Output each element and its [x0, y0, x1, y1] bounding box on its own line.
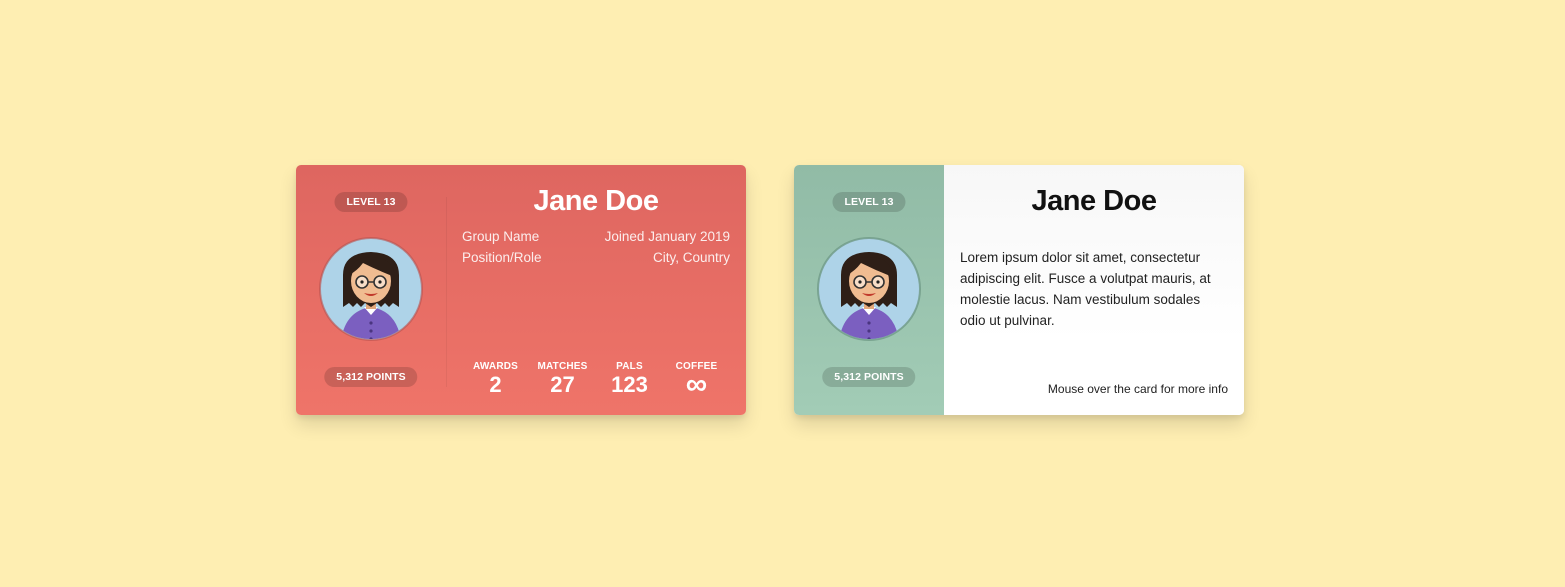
points-badge: 5,312 POINTS: [324, 367, 418, 387]
card-left-column: LEVEL 13 5,312 POINTS: [296, 165, 446, 415]
stat-label: AWARDS: [472, 361, 519, 372]
level-badge: LEVEL 13: [832, 192, 906, 212]
stat-value: ∞: [685, 368, 708, 401]
stat-awards: AWARDS 2: [462, 361, 529, 397]
level-badge: LEVEL 13: [334, 192, 408, 212]
avatar-icon: [817, 237, 921, 341]
stat-coffee: COFFEE ∞: [663, 361, 730, 401]
stat-label: MATCHES: [537, 361, 588, 372]
stat-pals: PALS 123: [596, 361, 663, 397]
avatar-icon: [319, 237, 423, 341]
stat-value: 123: [611, 372, 648, 397]
user-card-red[interactable]: LEVEL 13 5,312 POINTS Jane Doe Group Nam…: [296, 165, 746, 415]
stats-row: AWARDS 2 MATCHES 27 PALS 123 COFFEE ∞: [462, 361, 730, 401]
stat-matches: MATCHES 27: [529, 361, 596, 397]
user-name: Jane Doe: [1031, 185, 1157, 217]
column-divider: [446, 197, 447, 387]
group-name: Group Name: [462, 229, 540, 244]
user-description: Lorem ipsum dolor sit amet, consectetur …: [960, 250, 1211, 328]
stat-label: PALS: [616, 361, 643, 372]
stat-value: 2: [489, 372, 502, 397]
points-badge: 5,312 POINTS: [822, 367, 916, 387]
stat-value: 27: [550, 372, 575, 397]
location: City, Country: [652, 250, 730, 265]
user-name: Jane Doe: [533, 185, 659, 217]
user-card-green[interactable]: LEVEL 13 5,312 POINTS Jane Doe Lorem ips…: [794, 165, 1244, 415]
hover-hint: Mouse over the card for more info: [1047, 382, 1228, 396]
card-left-column: LEVEL 13 5,312 POINTS: [794, 165, 944, 415]
joined-date: Joined January 2019: [604, 229, 730, 244]
position-role: Position/Role: [462, 250, 542, 265]
